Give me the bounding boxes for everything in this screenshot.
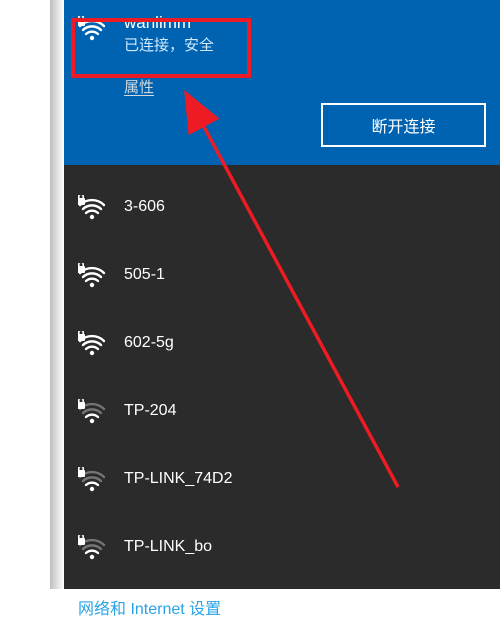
wifi-secure-icon	[78, 195, 106, 223]
network-item[interactable]: TP-204	[64, 377, 500, 445]
network-ssid: 3-606	[124, 198, 165, 216]
disconnect-button[interactable]: 断开连接	[321, 103, 486, 147]
wifi-secure-icon	[78, 399, 106, 427]
network-ssid: TP-204	[124, 402, 176, 420]
network-item[interactable]: TP-LINK_74D2	[64, 445, 500, 513]
network-settings-link[interactable]: 网络和 Internet 设置	[64, 589, 235, 619]
connected-network-section[interactable]: wanlimm 已连接，安全 属性 断开连接	[64, 0, 500, 165]
wifi-flyout-panel: wanlimm 已连接，安全 属性 断开连接 3-606 505-1 602-5g T…	[64, 0, 500, 589]
wifi-secure-icon	[78, 535, 106, 563]
available-networks-list: 3-606 505-1 602-5g TP-204 TP-LINK_74D2 TP-LIN…	[64, 165, 500, 589]
network-item[interactable]: TP-LINK_bo	[64, 513, 500, 581]
properties-link[interactable]: 属性	[124, 76, 154, 97]
wifi-secure-icon	[78, 16, 106, 44]
network-ssid: TP-LINK_74D2	[124, 470, 233, 488]
network-ssid: 505-1	[124, 266, 165, 284]
network-item[interactable]: 505-1	[64, 241, 500, 309]
network-item[interactable]: 602-5g	[64, 309, 500, 377]
network-item[interactable]: 3-606	[64, 173, 500, 241]
connected-ssid: wanlimm	[124, 12, 214, 33]
connected-status: 已连接，安全	[124, 34, 214, 55]
network-ssid: 602-5g	[124, 334, 174, 352]
network-ssid: TP-LINK_bo	[124, 538, 212, 556]
wifi-secure-icon	[78, 467, 106, 495]
wifi-secure-icon	[78, 263, 106, 291]
wifi-secure-icon	[78, 331, 106, 359]
